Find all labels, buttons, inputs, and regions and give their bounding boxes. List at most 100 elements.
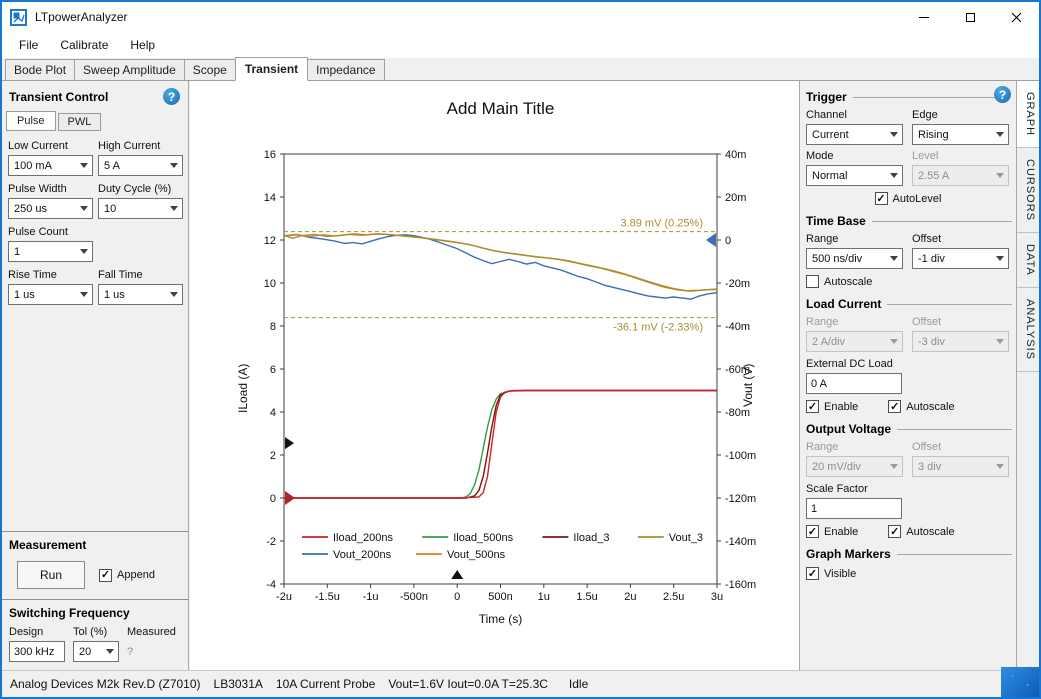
load-current-offset-select: -3 div	[912, 331, 1009, 352]
chevron-down-icon	[170, 163, 178, 168]
external-dc-load-input[interactable]	[806, 373, 902, 394]
settings-panel: Trigger ? Channel Current Edge Rising Mo…	[799, 81, 1016, 670]
enable-label: Enable	[824, 526, 858, 538]
rise-time-field: Rise Time 1 us	[8, 269, 93, 305]
maximize-icon	[966, 13, 975, 22]
output-voltage-autoscale-checkbox[interactable]: Autoscale	[888, 525, 954, 538]
chart-area: Add Main Title ILoad (A) Vout (V) Time (…	[190, 81, 799, 670]
transient-control-title: Transient Control	[9, 90, 108, 104]
fall-time-field: Fall Time 1 us	[98, 269, 183, 305]
fall-time-label: Fall Time	[98, 269, 183, 281]
output-voltage-range-select: 20 mV/div	[806, 456, 903, 477]
tab-bode-plot[interactable]: Bode Plot	[5, 59, 75, 80]
tab-pwl[interactable]: PWL	[58, 113, 102, 131]
time-base-autoscale-checkbox[interactable]: Autoscale	[806, 275, 872, 288]
offset-value: -3 div	[918, 336, 945, 348]
x-tick-label: -500n	[400, 591, 428, 603]
fall-time-select[interactable]: 1 us	[98, 284, 183, 305]
transient-help-icon[interactable]: ?	[163, 88, 180, 105]
fall-time-value: 1 us	[104, 289, 125, 301]
trigger-channel-field: Channel Current	[806, 109, 903, 145]
duty-cycle-select[interactable]: 10	[98, 198, 183, 219]
output-voltage-offset-field: Offset 3 div	[912, 441, 1009, 477]
rise-time-select[interactable]: 1 us	[8, 284, 93, 305]
side-tab-graph[interactable]: GRAPH	[1017, 81, 1039, 148]
measured-value: ?	[127, 641, 176, 658]
chevron-down-icon	[170, 292, 178, 297]
mode-value: Normal	[812, 170, 847, 182]
legend-label-Vout_500ns: Vout_500ns	[447, 549, 506, 561]
close-button[interactable]	[993, 2, 1039, 32]
scale-factor-input[interactable]	[806, 498, 902, 519]
side-tab-data[interactable]: DATA	[1017, 233, 1039, 288]
design-input[interactable]	[9, 641, 65, 662]
status-probe: 10A Current Probe	[276, 677, 375, 691]
tol-select[interactable]: 20	[73, 641, 119, 662]
checkbox-box	[888, 525, 901, 538]
time-base-section-header: Time Base	[800, 214, 1016, 228]
channel-value: Current	[812, 129, 849, 141]
pulse-count-label: Pulse Count	[8, 226, 93, 238]
status-readings: Vout=1.6V Iout=0.0A T=25.3C	[388, 677, 548, 691]
legend-label-Iload_3: Iload_3	[573, 532, 609, 544]
chart-title: Add Main Title	[284, 99, 717, 119]
trigger-help-icon[interactable]: ?	[994, 86, 1011, 103]
trigger-edge-select[interactable]: Rising	[912, 124, 1009, 145]
scale-factor-label: Scale Factor	[806, 483, 902, 495]
range-label: Range	[806, 441, 903, 453]
app-window: LTpowerAnalyzer File Calibrate Help Bode…	[0, 0, 1041, 699]
maximize-button[interactable]	[947, 2, 993, 32]
output-voltage-title: Output Voltage	[806, 422, 891, 436]
high-current-select[interactable]: 5 A	[98, 155, 183, 176]
y-left-tick-label: 0	[270, 493, 276, 505]
trigger-mode-select[interactable]: Normal	[806, 165, 903, 186]
x-tick-label: -1u	[363, 591, 379, 603]
pulse-width-select[interactable]: 250 us	[8, 198, 93, 219]
enable-label: Enable	[824, 401, 858, 413]
checkbox-box	[806, 567, 819, 580]
menu-help[interactable]: Help	[119, 34, 166, 56]
minimize-button[interactable]	[901, 2, 947, 32]
x-tick-label: 2.5u	[663, 591, 684, 603]
tol-value: 20	[79, 646, 91, 658]
duty-cycle-field: Duty Cycle (%) 10	[98, 183, 183, 219]
y-right-tick-label: -40m	[725, 321, 750, 333]
output-voltage-range-field: Range 20 mV/div	[806, 441, 903, 477]
tab-impedance[interactable]: Impedance	[307, 59, 384, 80]
x-tick-label: 1.5u	[576, 591, 597, 603]
chevron-down-icon	[890, 256, 898, 261]
level-label: Level	[912, 150, 1009, 162]
pulse-count-select[interactable]: 1	[8, 241, 93, 262]
append-checkbox[interactable]: Append	[99, 569, 155, 582]
tab-sweep-amplitude[interactable]: Sweep Amplitude	[74, 59, 185, 80]
load-current-autoscale-checkbox[interactable]: Autoscale	[888, 400, 954, 413]
chevron-down-icon	[890, 132, 898, 137]
output-voltage-enable-checkbox[interactable]: Enable	[806, 525, 858, 538]
legend-label-Vout_200ns: Vout_200ns	[333, 549, 392, 561]
side-tab-cursors[interactable]: CURSORS	[1017, 148, 1039, 233]
chevron-down-icon	[890, 339, 898, 344]
transient-chart: -2u-1.5u-1u-500n0500n1u1.5u2u2.5u3u16141…	[190, 81, 799, 670]
autolevel-checkbox[interactable]: AutoLevel	[875, 192, 942, 205]
y-right-tick-label: -120m	[725, 493, 756, 505]
load-current-enable-checkbox[interactable]: Enable	[806, 400, 858, 413]
x-tick-label: 2u	[624, 591, 636, 603]
tab-pulse[interactable]: Pulse	[6, 111, 56, 131]
switching-frequency-section: Switching Frequency Design Tol (%) 20 Me…	[2, 599, 188, 670]
menu-file[interactable]: File	[8, 34, 49, 56]
run-button[interactable]: Run	[17, 561, 85, 589]
low-current-select[interactable]: 100 mA	[8, 155, 93, 176]
y-right-tick-label: -100m	[725, 450, 756, 462]
time-base-offset-select[interactable]: -1 div	[912, 248, 1009, 269]
y-right-tick-label: 20m	[725, 192, 746, 204]
y-left-tick-label: -4	[266, 579, 276, 591]
pulse-width-label: Pulse Width	[8, 183, 93, 195]
tab-transient[interactable]: Transient	[235, 57, 308, 81]
side-tab-analysis[interactable]: ANALYSIS	[1017, 288, 1039, 372]
graph-markers-visible-checkbox[interactable]: Visible	[806, 567, 856, 580]
tab-scope[interactable]: Scope	[184, 59, 236, 80]
chevron-down-icon	[80, 206, 88, 211]
menu-calibrate[interactable]: Calibrate	[49, 34, 119, 56]
time-base-range-select[interactable]: 500 ns/div	[806, 248, 903, 269]
trigger-channel-select[interactable]: Current	[806, 124, 903, 145]
